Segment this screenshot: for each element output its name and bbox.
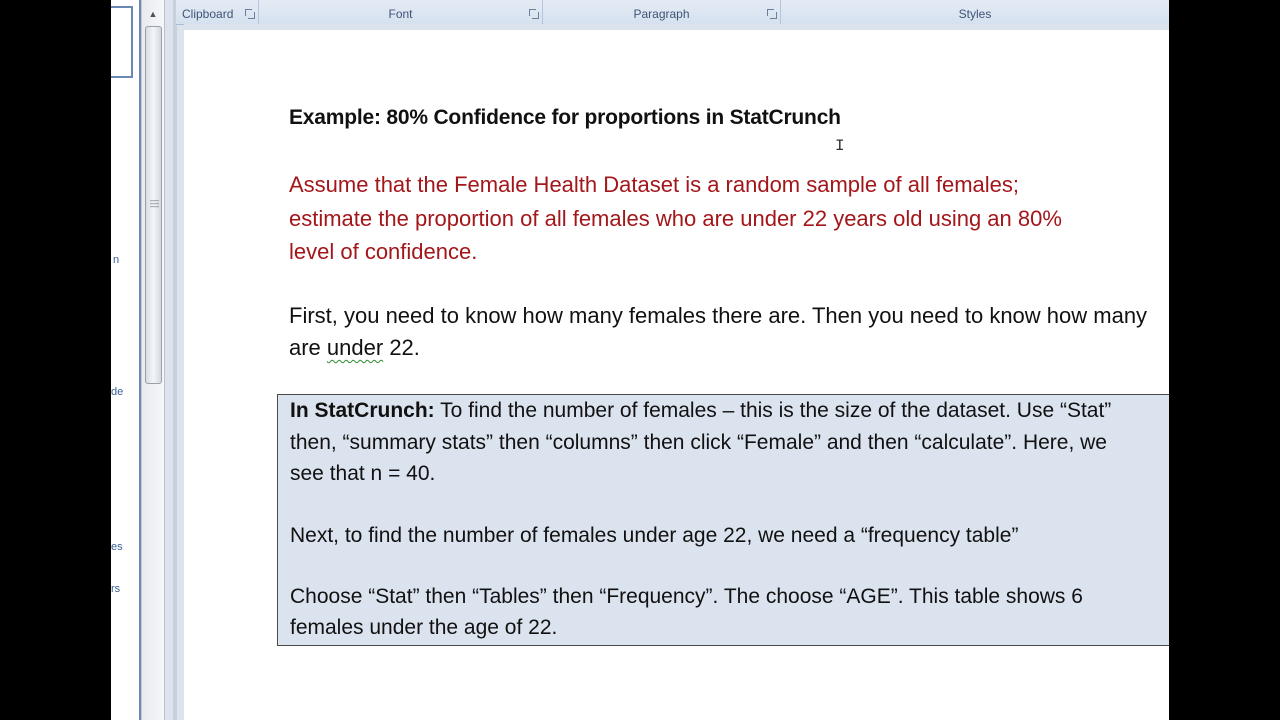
ribbon-group-styles: Styles	[781, 0, 1169, 24]
box-line: then, “summary stats” then “columns” the…	[290, 431, 1107, 454]
nav-pane-border	[131, 6, 133, 78]
i-beam-cursor-icon: I	[835, 137, 845, 155]
ribbon-group-labels: Clipboard Font Paragraph Styles	[176, 0, 1169, 25]
box-line: see that n = 40.	[290, 462, 436, 485]
problem-statement: Assume that the Female Health Dataset is…	[289, 168, 1169, 269]
box-text: To find the number of females – this is …	[434, 399, 1112, 422]
scrollbar-thumb[interactable]: — — —	[145, 26, 162, 384]
ribbon-group-paragraph: Paragraph	[543, 0, 781, 24]
intro-paragraph: First, you need to know how many females…	[289, 300, 1169, 364]
box-line: Next, to find the number of females unde…	[290, 524, 1019, 547]
dialog-launcher-icon[interactable]	[245, 9, 255, 19]
document-page[interactable]: Example: 80% Confidence for proportions …	[184, 30, 1169, 720]
ribbon-group-clipboard: Clipboard	[176, 0, 259, 24]
problem-line: level of confidence.	[289, 239, 478, 264]
nav-item-fragment[interactable]: rs	[111, 583, 120, 595]
pane-splitter[interactable]	[164, 0, 185, 720]
intro-text: 22.	[383, 335, 420, 360]
box-line: females under the age of 22.	[290, 616, 558, 639]
box-label: In StatCrunch:	[290, 399, 435, 422]
nav-item-fragment[interactable]: es	[111, 541, 123, 553]
ribbon-group-label: Paragraph	[633, 7, 690, 21]
ribbon-group-label: Styles	[958, 7, 992, 21]
scroll-up-arrow-icon[interactable]: ▲	[145, 6, 161, 22]
ribbon-group-label: Font	[388, 7, 413, 21]
left-black-margin	[0, 0, 111, 720]
ribbon-group-font: Font	[259, 0, 543, 24]
nav-pane-border	[111, 6, 133, 8]
problem-line: Assume that the Female Health Dataset is…	[289, 172, 1020, 197]
intro-line: are under 22.	[289, 332, 1169, 364]
problem-line: estimate the proportion of all females w…	[289, 205, 1062, 231]
box-line: Choose “Stat” then “Tables” then “Freque…	[290, 585, 1083, 608]
nav-pane-scrollbar[interactable]: ▲ — — —	[141, 0, 164, 720]
grammar-squiggle-word[interactable]: under	[327, 335, 383, 360]
nav-item-fragment[interactable]: n	[113, 254, 119, 266]
box-line: In StatCrunch: To find the number of fem…	[290, 399, 1111, 423]
document-title: Example: 80% Confidence for proportions …	[289, 106, 841, 129]
dialog-launcher-icon[interactable]	[529, 9, 539, 19]
dialog-launcher-icon[interactable]	[767, 9, 777, 19]
right-black-margin	[1169, 0, 1280, 720]
statcrunch-instructions-box: In StatCrunch: To find the number of fem…	[277, 394, 1169, 646]
navigation-pane: n de es rs	[111, 0, 141, 720]
grip-icon: — — —	[150, 195, 159, 211]
intro-line: First, you need to know how many females…	[289, 303, 1148, 328]
intro-text: are	[289, 335, 327, 360]
nav-pane-border	[111, 76, 133, 78]
nav-item-fragment[interactable]: de	[111, 386, 123, 398]
